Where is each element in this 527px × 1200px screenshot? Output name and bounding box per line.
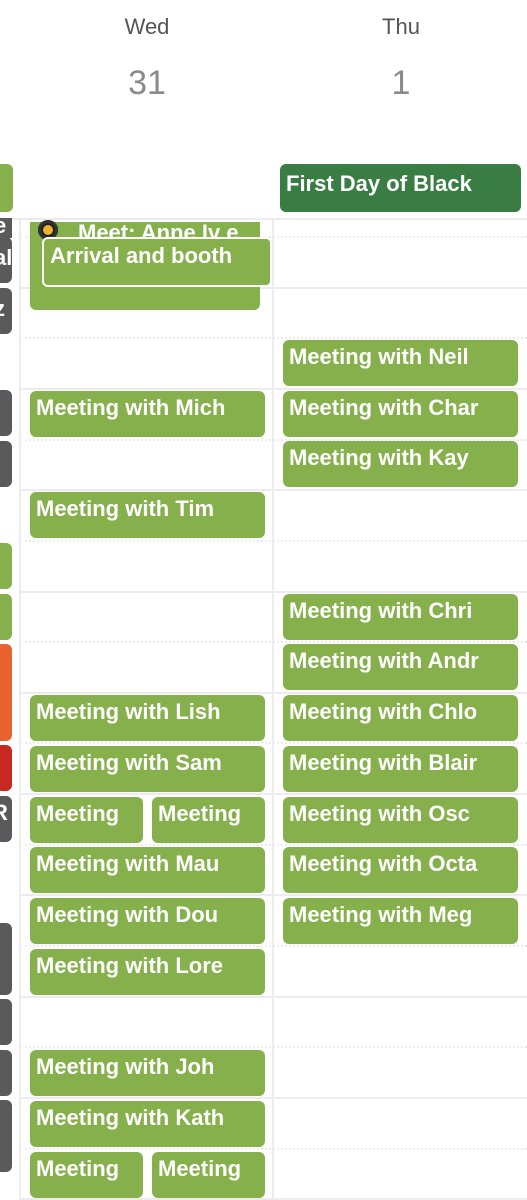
partial-event[interactable]: z — [0, 288, 12, 334]
event[interactable]: Meeting with Joh — [30, 1050, 265, 1096]
all-day-event-tue[interactable] — [0, 164, 13, 212]
event[interactable]: Meeting with Chlo — [283, 695, 518, 741]
event[interactable]: Meeting with Kay — [283, 441, 518, 487]
calendar-header: Wed 31 Thu 1 First Day of Black — [0, 0, 527, 220]
partial-event[interactable] — [0, 999, 12, 1045]
event[interactable]: Meeting with Mau — [30, 847, 265, 893]
event[interactable]: Meeting with Lore — [30, 949, 265, 995]
event[interactable]: Meeting with Octa — [283, 847, 518, 893]
day-number-thu[interactable]: 1 — [341, 64, 461, 103]
partial-event[interactable]: ( — [0, 441, 12, 487]
day-number-wed[interactable]: 31 — [87, 64, 207, 103]
event[interactable]: Meeting with Mich — [30, 391, 265, 437]
event[interactable]: Meeting with Char — [283, 391, 518, 437]
event[interactable]: Meeting with Kath — [30, 1101, 265, 1147]
partial-event[interactable] — [0, 644, 12, 741]
partial-event[interactable] — [0, 543, 12, 589]
partial-event[interactable]: al — [0, 237, 12, 283]
event[interactable]: Meeting — [152, 1152, 265, 1198]
partial-event[interactable] — [0, 390, 12, 436]
partial-event[interactable] — [0, 594, 12, 640]
event[interactable]: Meeting with Lish — [30, 695, 265, 741]
event[interactable]: Meeting with Sam — [30, 746, 265, 792]
event[interactable]: Meeting — [152, 797, 265, 843]
partial-event[interactable]: e — [0, 218, 12, 238]
event[interactable]: Meeting with Blair — [283, 746, 518, 792]
day-name-thu: Thu — [382, 14, 420, 39]
event[interactable]: Meeting with Andr — [283, 644, 518, 690]
column-divider — [19, 220, 21, 1200]
event[interactable]: Meeting with Tim — [30, 492, 265, 538]
all-day-divider — [0, 218, 527, 220]
event[interactable]: Meeting with Osc — [283, 797, 518, 843]
partial-event[interactable]: K — [0, 923, 12, 995]
partial-event[interactable]: A — [0, 1100, 12, 1172]
partial-event[interactable]: R — [0, 796, 12, 842]
partial-event[interactable]: l — [0, 1050, 12, 1096]
event[interactable]: Meeting with Dou — [30, 898, 265, 944]
column-divider — [272, 220, 274, 1200]
event-arrival-booth[interactable]: Arrival and booth — [42, 237, 272, 287]
event[interactable]: Meeting with Neil — [283, 340, 518, 386]
partial-event[interactable] — [0, 745, 12, 791]
event[interactable]: Meeting — [30, 1152, 143, 1198]
event[interactable]: Meeting — [30, 797, 143, 843]
day-name-wed: Wed — [124, 14, 170, 39]
event[interactable]: Meeting with Chri — [283, 594, 518, 640]
event[interactable]: Meeting with Meg — [283, 898, 518, 944]
all-day-event-first-day[interactable]: First Day of Black — [280, 164, 521, 212]
